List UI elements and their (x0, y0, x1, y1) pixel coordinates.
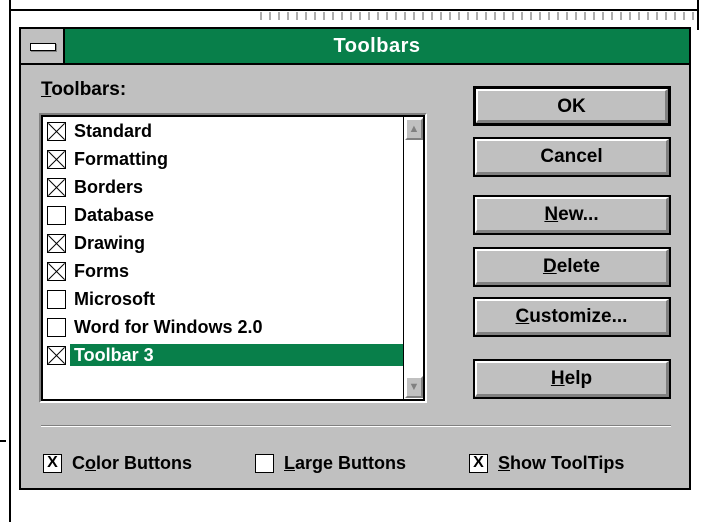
toolbars-list-label: Toolbars: (41, 79, 127, 100)
list-item-label: Database (74, 205, 155, 225)
show-tooltips-checkbox[interactable]: X Show ToolTips (469, 453, 624, 474)
list-item[interactable]: Microsoft (43, 285, 407, 313)
background-window-border (9, 0, 11, 522)
background-window-content (0, 440, 6, 442)
system-menu-icon (30, 43, 56, 51)
arrow-up-icon: ▲ (408, 123, 420, 135)
list-item[interactable]: Forms (43, 257, 407, 285)
dialog-title: Toolbars (333, 35, 421, 57)
list-item[interactable]: Formatting (43, 145, 407, 173)
system-menu-button[interactable] (21, 29, 65, 63)
list-item-label: Drawing (74, 233, 146, 253)
background-window-content (260, 12, 700, 20)
separator (41, 425, 671, 427)
color-buttons-box[interactable]: X (43, 454, 62, 473)
toolbars-listbox[interactable]: Standard Formatting Borders Database Drawing… (41, 115, 425, 401)
toolbar-checkbox[interactable] (47, 233, 66, 253)
toolbars-list: Standard Formatting Borders Database Drawing… (43, 117, 407, 369)
list-item-label: Standard (74, 121, 153, 141)
toolbar-checkbox[interactable] (47, 149, 66, 169)
arrow-down-icon: ▼ (408, 381, 420, 393)
help-button[interactable]: Help (473, 359, 671, 399)
background-window-border (9, 9, 699, 11)
toolbar-checkbox[interactable] (47, 345, 66, 365)
toolbar-checkbox[interactable] (47, 261, 66, 281)
scroll-up-button[interactable]: ▲ (405, 118, 423, 140)
toolbar-checkbox[interactable] (47, 205, 66, 225)
list-item-label: Word for Windows 2.0 (74, 317, 263, 337)
title-bar[interactable]: Toolbars (21, 29, 689, 65)
list-item[interactable]: Standard (43, 117, 407, 145)
large-buttons-checkbox[interactable]: Large Buttons (255, 453, 406, 474)
list-item[interactable]: Database (43, 201, 407, 229)
list-item-label: Formatting (74, 149, 168, 169)
list-item-label: Borders (74, 177, 144, 197)
toolbar-checkbox[interactable] (47, 289, 66, 309)
list-item[interactable]: Drawing (43, 229, 407, 257)
new-button[interactable]: New... (473, 195, 671, 235)
toolbar-checkbox[interactable] (47, 177, 66, 197)
list-item[interactable]: Borders (43, 173, 407, 201)
list-item-label: Microsoft (74, 289, 155, 309)
color-buttons-checkbox[interactable]: X Co lor Buttons (43, 453, 192, 474)
vertical-scrollbar[interactable]: ▲ ▼ (403, 117, 423, 399)
toolbar-checkbox[interactable] (47, 121, 66, 141)
delete-button[interactable]: Delete (473, 247, 671, 287)
list-item[interactable]: Toolbar 3 (43, 341, 407, 369)
list-item-label: Forms (74, 261, 130, 281)
list-item-label: Toolbar 3 (70, 344, 405, 366)
toolbars-dialog: Toolbars Toolbars: Standard Formatting Bor… (19, 27, 691, 490)
show-tooltips-box[interactable]: X (469, 454, 488, 473)
customize-button[interactable]: Customize... (473, 297, 671, 337)
toolbar-checkbox[interactable] (47, 317, 66, 337)
scroll-down-button[interactable]: ▼ (405, 376, 423, 398)
large-buttons-box[interactable] (255, 454, 274, 473)
list-item[interactable]: Word for Windows 2.0 (43, 313, 407, 341)
ok-button[interactable]: OK (473, 86, 671, 126)
cancel-button[interactable]: Cancel (473, 137, 671, 177)
